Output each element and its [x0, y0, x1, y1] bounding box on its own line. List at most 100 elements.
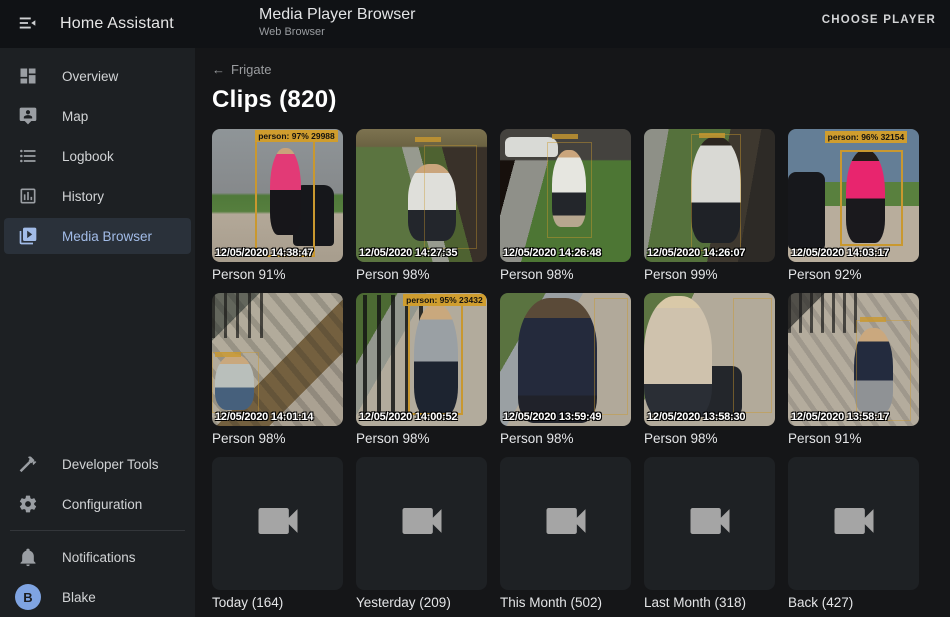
clip-thumbnail[interactable]: 12/05/2020 14:26:48: [500, 129, 631, 262]
detection-bounding-box: [424, 145, 476, 249]
video-camera-icon: [540, 495, 592, 552]
clip-caption: Person 91%: [788, 431, 919, 448]
sidebar-item-notifications[interactable]: Notifications: [4, 539, 191, 575]
clip-caption: Person 98%: [356, 431, 487, 448]
choose-player-button[interactable]: CHOOSE PLAYER: [822, 14, 936, 26]
avatar: B: [15, 584, 41, 610]
clip-card: 12/05/2020 14:27:35 Person 98%: [356, 129, 487, 284]
sidebar-toggle-button[interactable]: [8, 4, 48, 44]
detection-label: [699, 133, 725, 138]
menu-icon: [17, 12, 39, 37]
detection-label: person: 97% 29988: [255, 130, 338, 142]
chart-box-icon: [16, 184, 40, 208]
sidebar-item-map[interactable]: Map: [4, 98, 191, 134]
sidebar-item-label: History: [62, 189, 104, 204]
sidebar-spacer: [0, 256, 195, 444]
back-arrow-icon: ←: [212, 62, 225, 77]
clip-thumbnail[interactable]: 12/05/2020 14:01:14: [212, 293, 343, 426]
clip-thumbnail[interactable]: 12/05/2020 13:59:49: [500, 293, 631, 426]
clip-caption: Person 98%: [644, 431, 775, 448]
detection-label: [415, 137, 441, 142]
clip-caption: Person 98%: [500, 267, 631, 284]
page-subtitle: Web Browser: [259, 26, 416, 38]
sidebar-item-logbook[interactable]: Logbook: [4, 138, 191, 174]
folder-tile[interactable]: [212, 457, 343, 590]
sidebar-item-label: Overview: [62, 69, 118, 84]
breadcrumb-frigate[interactable]: ← Frigate: [212, 62, 271, 77]
clip-thumbnail[interactable]: 12/05/2020 13:58:30: [644, 293, 775, 426]
clip-timestamp: 12/05/2020 14:03:17: [791, 247, 889, 259]
clip-timestamp: 12/05/2020 14:01:14: [215, 411, 313, 423]
detection-bounding-box: [255, 138, 315, 256]
detection-label: person: 96% 32154: [825, 131, 908, 143]
folder-label: Last Month (318): [644, 595, 775, 612]
clip-caption: Person 98%: [356, 267, 487, 284]
clip-timestamp: 12/05/2020 13:58:17: [791, 411, 889, 423]
folder-tile[interactable]: [644, 457, 775, 590]
gear-icon: [16, 492, 40, 516]
breadcrumb-label: Frigate: [231, 62, 271, 77]
clip-card: 12/05/2020 13:58:17 Person 91%: [788, 293, 919, 448]
clip-thumbnail[interactable]: person: 96% 32154 12/05/2020 14:03:17: [788, 129, 919, 262]
hammer-icon: [16, 452, 40, 476]
sidebar-item-label: Notifications: [62, 550, 136, 565]
folder-tile[interactable]: [500, 457, 631, 590]
sidebar-item-overview[interactable]: Overview: [4, 58, 191, 94]
clip-card: 12/05/2020 13:59:49 Person 98%: [500, 293, 631, 448]
clip-thumbnail[interactable]: 12/05/2020 14:26:07: [644, 129, 775, 262]
top-app-bar: Home Assistant Media Player Browser Web …: [0, 0, 950, 48]
stroller-shape: [788, 172, 825, 249]
sidebar-item-media-browser[interactable]: Media Browser: [4, 218, 191, 254]
clip-card: person: 96% 32154 12/05/2020 14:03:17 Pe…: [788, 129, 919, 284]
sidebar-item-configuration[interactable]: Configuration: [4, 486, 191, 522]
detection-label: [860, 317, 886, 322]
folder-card-today: Today (164): [212, 457, 343, 612]
main-content: ← Frigate Clips (820) person: 97% 29988 …: [195, 48, 950, 617]
sidebar-item-label: Map: [62, 109, 88, 124]
sidebar-item-label: Logbook: [62, 149, 114, 164]
clip-thumbnail[interactable]: 12/05/2020 13:58:17: [788, 293, 919, 426]
clip-timestamp: 12/05/2020 13:58:30: [647, 411, 745, 423]
sidebar-item-developer-tools[interactable]: Developer Tools: [4, 446, 191, 482]
sidebar-item-label: Configuration: [62, 497, 142, 512]
clip-caption: Person 92%: [788, 267, 919, 284]
detection-bounding-box: [594, 298, 628, 415]
sidebar-item-label: Media Browser: [62, 229, 152, 244]
video-camera-icon: [252, 495, 304, 552]
clip-card: 12/05/2020 13:58:30 Person 98%: [644, 293, 775, 448]
video-camera-icon: [684, 495, 736, 552]
detection-bounding-box: [856, 320, 911, 421]
folder-label: Back (427): [788, 595, 919, 612]
folder-tile[interactable]: [788, 457, 919, 590]
sidebar-item-label: Developer Tools: [62, 457, 159, 472]
clip-thumbnail[interactable]: 12/05/2020 14:27:35: [356, 129, 487, 262]
clip-thumbnail[interactable]: person: 97% 29988 12/05/2020 14:38:47: [212, 129, 343, 262]
folder-label: This Month (502): [500, 595, 631, 612]
clip-card: person: 97% 29988 12/05/2020 14:38:47 Pe…: [212, 129, 343, 284]
clip-thumbnail[interactable]: person: 95% 23432 12/05/2020 14:00:52: [356, 293, 487, 426]
page-header: Media Player Browser Web Browser: [259, 6, 416, 38]
bell-icon: [16, 545, 40, 569]
page-title: Media Player Browser: [259, 6, 416, 24]
clip-timestamp: 12/05/2020 14:27:35: [359, 247, 457, 259]
sidebar-item-profile[interactable]: B Blake: [4, 579, 191, 615]
clip-timestamp: 12/05/2020 13:59:49: [503, 411, 601, 423]
list-icon: [16, 144, 40, 168]
clip-timestamp: 12/05/2020 14:26:48: [503, 247, 601, 259]
folder-label: Today (164): [212, 595, 343, 612]
detection-bounding-box: [840, 150, 903, 246]
folder-tile[interactable]: [356, 457, 487, 590]
clip-timestamp: 12/05/2020 14:38:47: [215, 247, 313, 259]
detection-bounding-box: [408, 301, 463, 415]
person-shape: [644, 296, 712, 418]
user-name: Blake: [62, 590, 96, 605]
detection-bounding-box: [212, 352, 259, 413]
clips-grid: person: 97% 29988 12/05/2020 14:38:47 Pe…: [212, 129, 950, 612]
clip-card: person: 95% 23432 12/05/2020 14:00:52 Pe…: [356, 293, 487, 448]
detection-bounding-box: [691, 134, 741, 251]
clip-caption: Person 99%: [644, 267, 775, 284]
sidebar-item-history[interactable]: History: [4, 178, 191, 214]
clip-caption: Person 98%: [212, 431, 343, 448]
clip-card: 12/05/2020 14:26:48 Person 98%: [500, 129, 631, 284]
folder-card-this-month: This Month (502): [500, 457, 631, 612]
